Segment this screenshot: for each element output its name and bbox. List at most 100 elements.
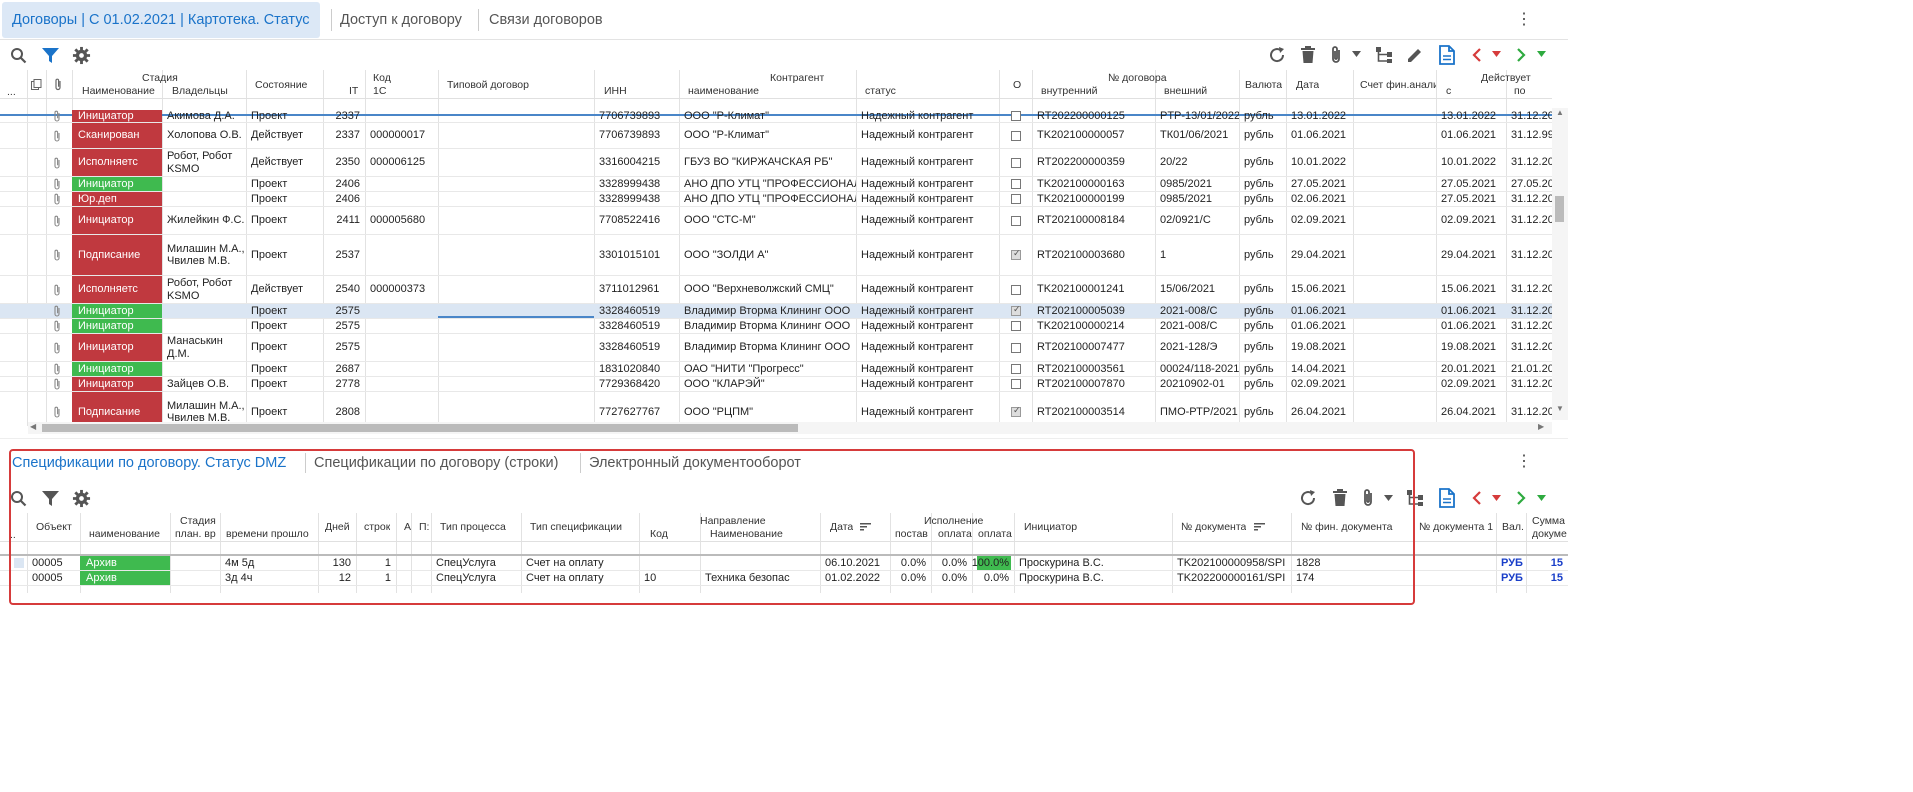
header-doc-no[interactable]: № документа — [1181, 521, 1246, 533]
more-menu-icon[interactable]: ⋮ — [1516, 12, 1532, 28]
header-stage-name[interactable]: наименование — [89, 528, 160, 540]
header-rows[interactable]: строк — [364, 521, 390, 533]
header-p[interactable]: П: — [419, 521, 429, 533]
o-checkbox[interactable] — [1011, 215, 1021, 226]
chevron-down-icon[interactable] — [1382, 493, 1394, 503]
table-row[interactable]: Сканирован Холопова О.В. Действует 2337 0000… — [0, 123, 1552, 148]
header-object[interactable]: Объект — [36, 521, 72, 533]
o-checkbox[interactable] — [1011, 379, 1021, 389]
sort-icon[interactable] — [860, 522, 871, 534]
paperclip-icon[interactable] — [1358, 487, 1378, 509]
header-currency[interactable]: Вал. — [1502, 521, 1524, 533]
table-row[interactable]: Инициатор Жилейкин Ф.С. Проект 2411 00000568… — [0, 207, 1552, 234]
table-row[interactable]: Подписание Милашин М.А., Чвилев М.В. Проек… — [0, 392, 1552, 426]
header-dots[interactable]: .. — [10, 529, 16, 541]
header-fin-doc-no[interactable]: № фин. документа — [1301, 521, 1393, 533]
header-payment[interactable]: оплата — [938, 528, 974, 540]
tab-contracts-status[interactable]: Договоры | С 01.02.2021 | Картотека. Ста… — [2, 2, 320, 38]
scroll-down-icon[interactable]: ▼ — [1556, 404, 1564, 413]
header-inn[interactable]: ИНН — [604, 85, 627, 97]
header-internal[interactable]: внутренний — [1041, 85, 1097, 97]
header-state[interactable]: Состояние — [255, 79, 307, 91]
table-row[interactable]: Исполняетс Робот, Робот KSMO Действует 2540… — [0, 276, 1552, 303]
header-counterparty-name[interactable]: наименование — [688, 85, 759, 97]
paperclip-icon[interactable] — [1326, 44, 1346, 66]
header-counterparty-status[interactable]: статус — [865, 85, 896, 97]
header-valid-to[interactable]: по — [1514, 85, 1526, 97]
document-icon[interactable] — [1437, 487, 1457, 509]
table-row[interactable]: Инициатор Проект 2575 3328460519 Владимир Вт… — [0, 304, 1552, 318]
gear-icon[interactable] — [71, 488, 91, 508]
header-external[interactable]: внешний — [1164, 85, 1207, 97]
document-icon[interactable] — [1437, 44, 1457, 66]
attachment-icon[interactable] — [53, 406, 61, 421]
header-time-passed[interactable]: времени прошло — [226, 528, 309, 540]
header-o[interactable]: О — [1013, 79, 1021, 91]
header-date[interactable]: Дата — [830, 521, 853, 533]
chevron-down-icon[interactable] — [1535, 493, 1547, 503]
chevron-down-icon[interactable] — [1350, 49, 1362, 59]
header-days[interactable]: Дней — [325, 521, 350, 533]
search-icon[interactable] — [9, 489, 27, 507]
attachment-icon[interactable] — [53, 342, 61, 357]
header-code-it[interactable]: IT — [349, 85, 358, 97]
o-checkbox[interactable] — [1011, 284, 1021, 295]
table-row[interactable]: Подписание Милашин М.А., Чвилев М.В. Проек… — [0, 235, 1552, 275]
header-typical-contract[interactable]: Типовой договор — [447, 79, 529, 91]
hierarchy-icon[interactable] — [1405, 488, 1425, 508]
scrollbar-thumb[interactable] — [1555, 196, 1564, 222]
chevron-down-icon[interactable] — [1535, 49, 1547, 59]
chevron-right-icon[interactable] — [1514, 488, 1528, 508]
table-row[interactable]: Инициатор Акимова Д.А. Проект 2337 770673989… — [0, 110, 1552, 122]
tab-spec-status[interactable]: Спецификации по договору. Статус DMZ — [12, 452, 286, 474]
header-doc-no-1[interactable]: № документа 1 — [1419, 521, 1495, 533]
header-process-type[interactable]: Тип процесса — [440, 521, 506, 533]
tab-edo[interactable]: Электронный документооборот — [589, 452, 801, 474]
table-row[interactable]: Инициатор Проект 2575 3328460519 Владимир Вт… — [0, 319, 1552, 333]
chevron-down-icon[interactable] — [1490, 493, 1502, 503]
refresh-icon[interactable] — [1267, 45, 1287, 65]
chevron-right-icon[interactable] — [1514, 45, 1528, 65]
header-date[interactable]: Дата — [1296, 79, 1319, 91]
header-direction-code[interactable]: Код — [650, 528, 668, 540]
o-checkbox[interactable] — [1011, 364, 1021, 374]
o-checkbox[interactable] — [1011, 130, 1021, 141]
tab-contract-access[interactable]: Доступ к договору — [330, 2, 472, 38]
header-plan-time[interactable]: план. вр — [175, 528, 217, 540]
scroll-right-icon[interactable]: ▶ — [1538, 422, 1544, 431]
attachment-icon[interactable] — [53, 130, 61, 145]
header-currency[interactable]: Валюта — [1245, 79, 1282, 91]
chevron-left-icon[interactable] — [1469, 488, 1483, 508]
table-row[interactable]: Инициатор Проект 2406 3328999438 АНО ДПО УТЦ… — [0, 177, 1552, 191]
filter-icon[interactable] — [40, 489, 60, 507]
attachment-icon[interactable] — [53, 157, 61, 172]
attachment-icon[interactable] — [53, 284, 61, 299]
table-row[interactable]: Инициатор Проект 2687 1831020840 ОАО "НИТИ "… — [0, 362, 1552, 376]
o-checkbox[interactable] — [1011, 248, 1021, 260]
o-checkbox[interactable] — [1011, 111, 1021, 121]
o-checkbox[interactable] — [1011, 342, 1021, 353]
table-row[interactable]: 00005 Архив 3д 4ч 12 1 СпецУслуга Счет на опла… — [0, 571, 1568, 585]
header-initiator[interactable]: Инициатор — [1024, 521, 1077, 533]
vertical-scrollbar[interactable]: ▲ ▼ — [1552, 108, 1568, 420]
tab-contract-links[interactable]: Связи договоров — [479, 2, 613, 38]
table-row[interactable]: 00005 Архив 4м 5д 130 1 СпецУслуга Счет на опл… — [0, 556, 1568, 570]
copy-icon[interactable] — [31, 79, 43, 91]
table-row[interactable]: Исполняетс Робот, Робот KSMO Действует 2350… — [0, 149, 1552, 176]
header-fin-account[interactable]: Счет фин.анали — [1360, 79, 1436, 91]
filter-icon[interactable] — [40, 46, 60, 64]
header-dots[interactable]: ... — [7, 86, 16, 98]
header-payment-2[interactable]: оплата — [978, 528, 1014, 540]
scroll-up-icon[interactable]: ▲ — [1556, 108, 1564, 117]
chevron-left-icon[interactable] — [1469, 45, 1483, 65]
header-valid-from[interactable]: с — [1446, 85, 1451, 97]
attachment-icon[interactable] — [53, 215, 61, 230]
header-spec-type[interactable]: Тип спецификации — [530, 521, 622, 533]
more-menu-icon[interactable]: ⋮ — [1516, 454, 1532, 470]
search-icon[interactable] — [9, 46, 27, 64]
table-row[interactable]: Инициатор Зайцев О.В. Проект 2778 7729368420… — [0, 377, 1552, 391]
chevron-down-icon[interactable] — [1490, 49, 1502, 59]
header-direction-name[interactable]: Наименование — [710, 528, 783, 540]
scrollbar-thumb[interactable] — [42, 424, 798, 432]
pencil-icon[interactable] — [1405, 45, 1425, 65]
